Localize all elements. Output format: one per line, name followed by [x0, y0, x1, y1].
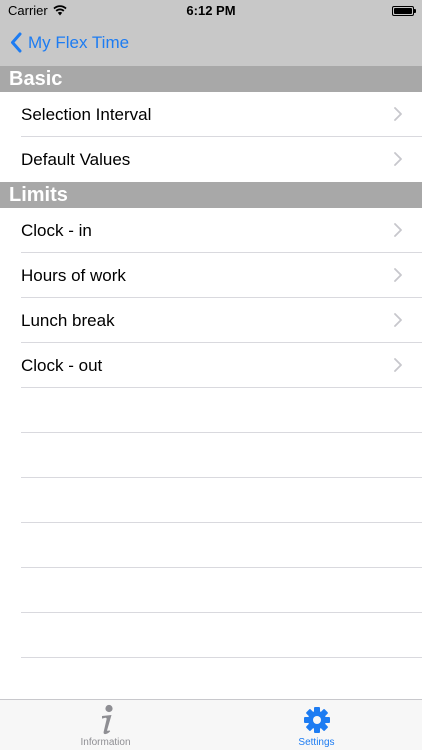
row-separator [21, 432, 422, 433]
tab-label: Settings [298, 737, 335, 748]
chevron-right-icon [394, 358, 402, 372]
top-bar: Carrier 6:12 PM My Flex Time [0, 0, 422, 66]
chevron-left-icon [11, 32, 22, 53]
chevron-right-icon [394, 107, 402, 121]
row-separator [21, 477, 422, 478]
row-separator [21, 522, 422, 523]
row-separator [21, 387, 422, 388]
tab-label: Information [80, 737, 131, 748]
settings-row-clock-in[interactable]: Clock - in [0, 208, 422, 253]
chevron-right-icon [394, 223, 402, 237]
settings-row-lunch-break[interactable]: Lunch break [0, 298, 422, 343]
chevron-right-icon [394, 313, 402, 327]
settings-row-hours-of-work[interactable]: Hours of work [0, 253, 422, 298]
section-header-basic: Basic [0, 66, 422, 92]
chevron-right-icon [394, 152, 402, 166]
row-separator [21, 657, 422, 658]
chevron-right-icon [394, 268, 402, 282]
section-header-limits: Limits [0, 182, 422, 208]
row-separator [21, 567, 422, 568]
settings-row-clock-out[interactable]: Clock - out [0, 343, 422, 388]
back-button[interactable]: My Flex Time [10, 32, 129, 53]
row-label: Clock - out [21, 356, 103, 375]
battery-icon [392, 6, 416, 16]
settings-row-selection-interval[interactable]: Selection Interval [0, 92, 422, 137]
navigation-bar: My Flex Time [0, 22, 422, 66]
gear-icon [303, 707, 330, 733]
settings-row-default-values[interactable]: Default Values [0, 137, 422, 182]
status-time: 6:12 PM [186, 3, 236, 18]
status-bar: Carrier 6:12 PM [0, 0, 422, 22]
row-label: Selection Interval [21, 105, 152, 124]
back-button-label: My Flex Time [28, 32, 130, 52]
tab-settings[interactable]: Settings [211, 700, 422, 750]
row-label: Default Values [21, 150, 131, 169]
row-label: Clock - in [21, 221, 92, 240]
row-separator [21, 612, 422, 613]
tab-information[interactable]: Information [0, 700, 211, 750]
info-icon [101, 704, 113, 735]
tab-bar: Information Settings [0, 699, 422, 750]
row-label: Lunch break [21, 311, 115, 330]
row-label: Hours of work [21, 266, 126, 285]
